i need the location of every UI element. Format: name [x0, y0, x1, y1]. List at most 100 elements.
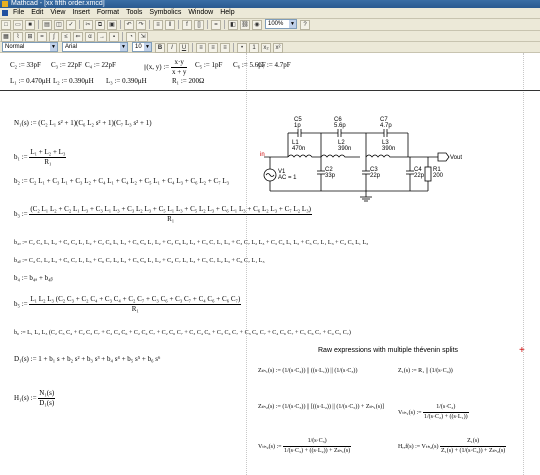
c4-definition[interactable]: C₄ := 22pF: [85, 61, 116, 70]
calculus-icon[interactable]: ∫: [49, 32, 59, 42]
b4-equation[interactable]: b₄ := b₄ₐ + b₄ᵦ: [14, 274, 53, 283]
greek-icon[interactable]: α: [85, 32, 95, 42]
chevron-down-icon: ▼: [144, 43, 151, 51]
print-icon[interactable]: ▤: [42, 20, 52, 30]
b4a-equation[interactable]: b₄ₐ := C₂ C₃ L₁ L₂ + C₂ C₄ L₁ L₂ + C₂ C₄…: [14, 239, 368, 248]
menu-format[interactable]: Format: [97, 9, 119, 16]
separator: [122, 32, 123, 41]
undo-icon[interactable]: ↶: [124, 20, 134, 30]
boolean-icon[interactable]: ≤: [61, 32, 71, 42]
c2-definition[interactable]: C₂ := 33pF: [10, 61, 41, 70]
insert-component-icon[interactable]: ◧: [228, 20, 238, 30]
standard-toolbar: □ ▭ ■ ▤ ◫ ✓ ✂ ⧉ ▣ ↶ ↷ ≡ ‖ f[] = ◧ ⛓ ◉ 100% ▼?: [0, 19, 540, 31]
font-select[interactable]: Arial ▼: [62, 42, 128, 52]
c5-definition[interactable]: C₅ := 1pF: [195, 61, 222, 70]
document-icon[interactable]: [2, 10, 8, 16]
mini-graph-icon[interactable]: ◔: [126, 32, 136, 42]
c5-value: 1p: [294, 123, 301, 129]
chevron-down-icon: ▼: [120, 43, 127, 51]
cut-icon[interactable]: ✂: [83, 20, 93, 30]
insert-unit-icon[interactable]: []: [194, 20, 204, 30]
subscript-icon[interactable]: x₂: [261, 43, 271, 53]
new-icon[interactable]: □: [1, 20, 11, 30]
href-equation[interactable]: Hᵣₑf(s) := Vₜₕ₂(s) Z₁(s) Z₁(s) + (1/(s·C₄…: [398, 437, 507, 456]
n1-equation[interactable]: N₁(s) := (C₂ L₁ s² + 1)(C₆ L₂ s² + 1)(C₇…: [14, 119, 152, 128]
c7-definition[interactable]: C₇ := 4.7pF: [258, 61, 291, 70]
paste-icon[interactable]: ▣: [107, 20, 117, 30]
bold-icon[interactable]: B: [155, 43, 165, 53]
modifiers-icon[interactable]: ▪: [109, 32, 119, 42]
h1-equation[interactable]: H₁(s) := N₁(s) D₁(s): [14, 389, 56, 408]
r1-definition[interactable]: R₁ := 200Ω: [172, 77, 204, 86]
style-select[interactable]: Normal ▼: [2, 42, 58, 52]
spellcheck-icon[interactable]: ✓: [66, 20, 76, 30]
italic-icon[interactable]: I: [167, 43, 177, 53]
separator: [149, 20, 150, 29]
calculator-icon[interactable]: ▦: [1, 32, 11, 42]
print-preview-icon[interactable]: ◫: [54, 20, 64, 30]
l1-value: 470n: [292, 146, 305, 152]
zth2-equation[interactable]: Zₜₕ₂(s) := (1/(s·C₃)) || [((s·L₂)) || (1…: [258, 403, 384, 412]
calculate-icon[interactable]: =: [211, 20, 221, 30]
bullets-icon[interactable]: •: [237, 43, 247, 53]
l2-definition[interactable]: L₂ := 0.390μH: [53, 77, 94, 86]
align-down-icon[interactable]: ‖: [165, 20, 175, 30]
help-icon[interactable]: ?: [300, 20, 310, 30]
input-marker: in: [260, 152, 265, 158]
l2-value: 390n: [338, 146, 351, 152]
b4b-equation[interactable]: b₄ᵦ := C₄ C₇ L₂ L₃ + C₅ C₇ L₁ L₃ + C₆ C₇…: [14, 257, 265, 266]
save-icon[interactable]: ■: [25, 20, 35, 30]
b1-equation[interactable]: b₁ := L₁ + L₂ + L₃ R₁: [14, 148, 67, 167]
zoom-select[interactable]: 100% ▼: [265, 19, 297, 29]
menu-help[interactable]: Help: [220, 9, 234, 16]
separator: [224, 20, 225, 29]
separator: [192, 43, 193, 52]
graph-icon[interactable]: ⌇: [13, 32, 23, 42]
symbolic-icon[interactable]: →: [97, 32, 107, 42]
menu-window[interactable]: Window: [188, 9, 213, 16]
b2-equation[interactable]: b₂ := C₂ L₁ + C₃ L₁ + C₃ L₂ + C₄ L₁ + C₄…: [14, 177, 229, 186]
c2-value: 33p: [325, 173, 336, 179]
resize-icon[interactable]: ⇲: [138, 32, 148, 42]
region-divider: [0, 90, 540, 91]
circuit-schematic[interactable]: in C5 1p C6 5.6p C7 4.7p L1 470n L2 390n…: [258, 113, 480, 209]
c3-definition[interactable]: C₃ := 22pF: [51, 61, 82, 70]
resource-icon[interactable]: ◉: [252, 20, 262, 30]
align-center-icon[interactable]: ≡: [208, 43, 218, 53]
separator: [38, 20, 39, 29]
vth1-equation[interactable]: Vₜₕ₁(s) := 1/(s·C₂) 1/(s·C₂) + ((s·L₁)): [398, 403, 469, 422]
menu-edit[interactable]: Edit: [31, 9, 43, 16]
menu-symbolics[interactable]: Symbolics: [149, 9, 181, 16]
insert-function-icon[interactable]: f: [182, 20, 192, 30]
l3-definition[interactable]: L₃ := 0.390μH: [106, 77, 147, 86]
align-left-icon[interactable]: ≡: [196, 43, 206, 53]
programming-icon[interactable]: ⇐: [73, 32, 83, 42]
zth1-equation[interactable]: Zₜₕ₁(s) := (1/(s·C₂)) || ((s·L₁)) || (1/…: [258, 367, 357, 376]
worksheet[interactable]: C₂ := 33pF C₃ := 22pF C₄ := 22pF ||(x, y…: [0, 53, 540, 475]
thevenin-heading[interactable]: Raw expressions with multiple thévenin s…: [318, 346, 458, 355]
superscript-icon[interactable]: x²: [273, 43, 283, 53]
z1-equation[interactable]: Z₁(s) := R₁ || (1/(s·C₄)): [398, 367, 453, 376]
evaluation-icon[interactable]: =: [37, 32, 47, 42]
underline-icon[interactable]: U: [179, 43, 189, 53]
l1-definition[interactable]: L₁ := 0.470μH: [10, 77, 51, 86]
d1-equation[interactable]: D₁(s) := 1 + b₁ s + b₂ s² + b₃ s³ + b₄ s…: [14, 355, 160, 364]
font-size-select[interactable]: 10 ▼: [132, 42, 152, 52]
align-across-icon[interactable]: ≡: [153, 20, 163, 30]
hyperlink-icon[interactable]: ⛓: [240, 20, 250, 30]
menu-view[interactable]: View: [50, 9, 65, 16]
c6-value: 5.6p: [334, 123, 346, 129]
menu-insert[interactable]: Insert: [72, 9, 90, 16]
menu-tools[interactable]: Tools: [126, 9, 142, 16]
b5-equation[interactable]: b₅ := L₁ L₂ L₃ (C₂ C₃ + C₂ C₄ + C₃ C₄ + …: [14, 295, 242, 314]
redo-icon[interactable]: ↷: [136, 20, 146, 30]
matrix-icon[interactable]: ⊞: [25, 32, 35, 42]
copy-icon[interactable]: ⧉: [95, 20, 105, 30]
b6-equation[interactable]: b₆ := L₁ L₂ L₃ (C₂ C₃ C₄ + C₂ C₃ C₇ + C₂…: [14, 329, 351, 338]
vth2-equation[interactable]: Vₜₕ₂(s) := 1/(s·C₃) 1/(s·C₃) + ((s·L₂)) +…: [258, 437, 352, 456]
numbering-icon[interactable]: 1: [249, 43, 259, 53]
align-right-icon[interactable]: ≡: [220, 43, 230, 53]
parallel-function[interactable]: ||(x, y) := x·y x + y: [144, 58, 188, 77]
menu-file[interactable]: File: [13, 9, 24, 16]
open-icon[interactable]: ▭: [13, 20, 23, 30]
